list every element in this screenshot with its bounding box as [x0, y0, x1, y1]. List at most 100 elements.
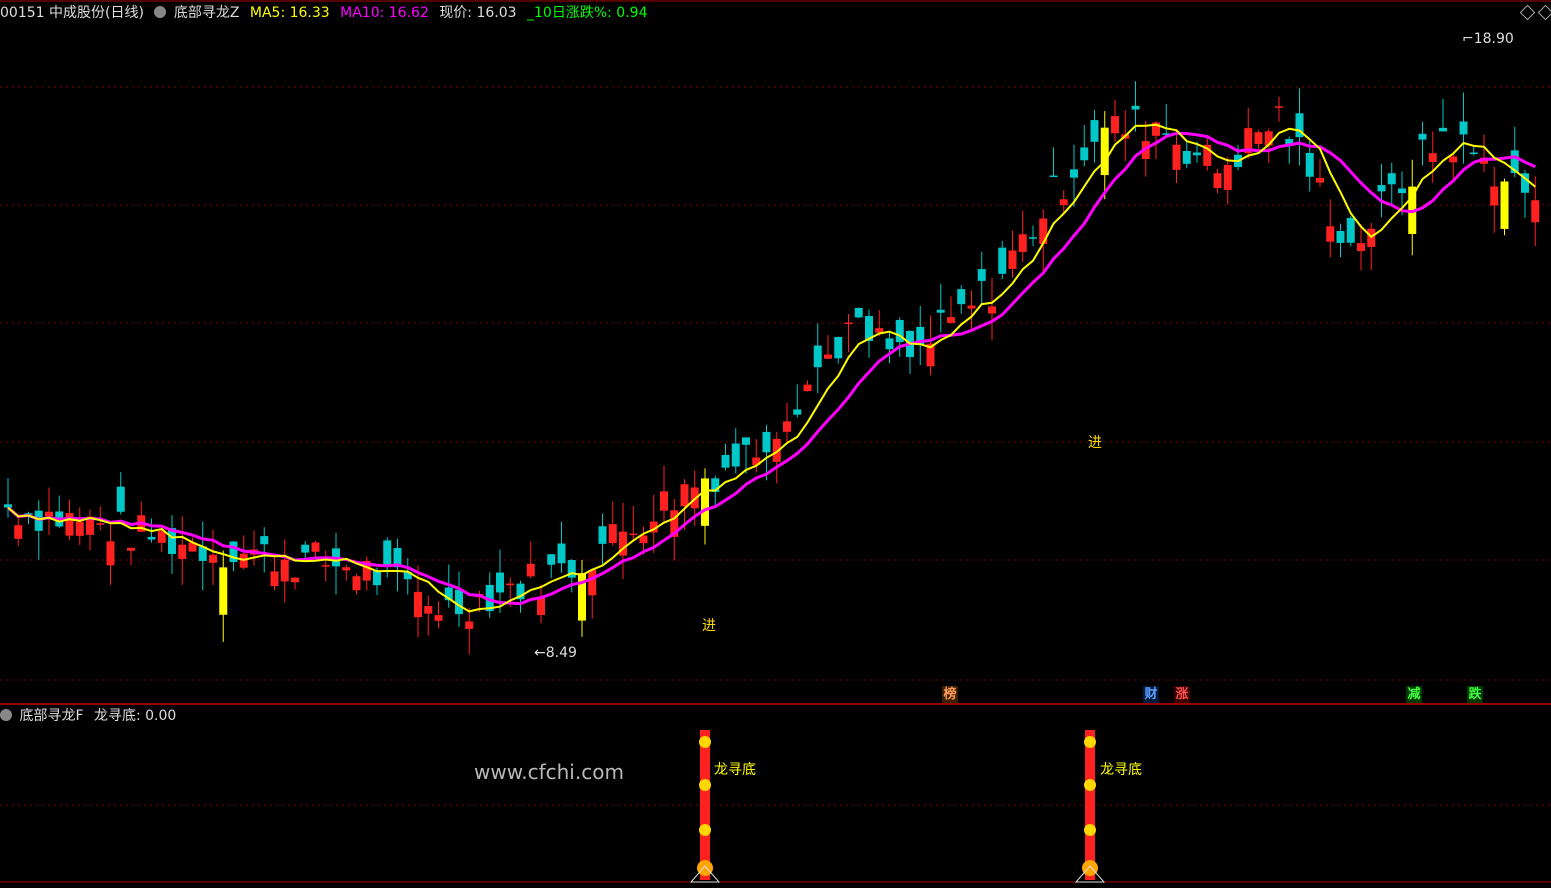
- candle-body: [977, 269, 986, 281]
- candle-body: [75, 521, 84, 536]
- sub-settings-icon[interactable]: [0, 709, 12, 721]
- candle-body: [455, 589, 463, 615]
- candle-body: [496, 572, 504, 593]
- candle-body: [1029, 237, 1037, 239]
- candle-body: [834, 336, 843, 359]
- sub-indicator-name[interactable]: 底部寻龙F: [19, 708, 83, 724]
- candle-body: [1193, 152, 1201, 156]
- change-readout: _10日涨跌%: 0.94: [527, 5, 648, 21]
- candle-body: [1049, 175, 1058, 178]
- tag-rise[interactable]: 涨: [1174, 686, 1190, 703]
- candle-body: [1500, 181, 1509, 229]
- candle-body: [260, 536, 269, 545]
- candle-body: [280, 559, 289, 582]
- sub-value-readout: 龙寻底: 0.00: [93, 708, 177, 724]
- candle-body: [526, 563, 535, 577]
- tag-rank[interactable]: 榜: [942, 686, 958, 703]
- ma5-line: [7, 123, 1536, 613]
- candle-body: [680, 484, 689, 507]
- dragon-icon: [699, 736, 711, 748]
- ma10-readout: MA10: 16.62: [340, 5, 429, 21]
- dragon-column: [700, 730, 710, 880]
- candle-body: [998, 247, 1007, 274]
- candle-body: [813, 345, 822, 368]
- candle-body: [1377, 185, 1386, 192]
- candle-body: [731, 443, 740, 467]
- candle-body: [967, 305, 976, 309]
- candle-body: [701, 478, 709, 526]
- candle-body: [588, 569, 597, 596]
- candle-body: [1387, 173, 1396, 185]
- candle-body: [147, 536, 156, 540]
- candle-body: [383, 540, 392, 566]
- candle-body: [742, 437, 750, 445]
- candle-body: [301, 544, 310, 553]
- candle-body: [219, 567, 228, 615]
- candle-body: [957, 289, 966, 305]
- candle-body: [1469, 152, 1478, 155]
- candle-body: [1490, 186, 1499, 206]
- candle-body: [373, 570, 381, 586]
- enter-signal-2: 进: [1088, 435, 1102, 451]
- tag-finance[interactable]: 财: [1143, 686, 1159, 703]
- dragon-signal-label-1: 龙寻底: [714, 762, 756, 778]
- candle-body: [311, 542, 320, 552]
- candle-body: [434, 615, 443, 621]
- price-readout: 现价: 16.03: [439, 5, 517, 21]
- candle-body: [127, 547, 135, 551]
- candle-body: [342, 567, 351, 571]
- candle-body: [608, 524, 617, 544]
- dragon-column: [1085, 730, 1095, 880]
- candle-body: [1357, 243, 1365, 252]
- candle-body: [465, 621, 474, 629]
- candle-body: [783, 421, 791, 432]
- stock-title[interactable]: 00151 中成股份(日线): [0, 5, 144, 21]
- candle-body: [1418, 133, 1427, 140]
- candle-body: [321, 565, 330, 567]
- candle-body: [803, 384, 812, 392]
- candle-body: [209, 554, 217, 563]
- candle-body: [96, 523, 105, 525]
- dragon-icon: [699, 824, 711, 836]
- ma5-readout: MA5: 16.33: [249, 5, 330, 21]
- candle-body: [947, 317, 955, 323]
- ma10-line: [7, 131, 1536, 606]
- candle-body: [424, 606, 433, 614]
- candle-body: [178, 544, 187, 559]
- tag-fall[interactable]: 跌: [1467, 686, 1483, 703]
- sub-panel-header: 底部寻龙F 龙寻底: 0.00: [0, 706, 176, 726]
- settings-icon[interactable]: [154, 6, 167, 18]
- candle-body: [1398, 188, 1406, 194]
- candle-body: [157, 531, 166, 543]
- candle-body: [1346, 217, 1355, 243]
- candle-body: [1223, 164, 1232, 190]
- candle-body: [854, 307, 863, 318]
- candle-body: [1459, 121, 1468, 135]
- tag-reduce[interactable]: 减: [1406, 686, 1422, 703]
- candle-body: [1070, 169, 1078, 178]
- candle-body: [1008, 250, 1017, 269]
- candle-body: [4, 504, 12, 508]
- dragon-icon: [1084, 779, 1096, 791]
- candle-body: [1111, 116, 1119, 134]
- candle-body: [1131, 105, 1140, 110]
- candle-body: [936, 309, 945, 313]
- candle-body: [1018, 234, 1027, 252]
- candle-body: [116, 486, 125, 512]
- candle-body: [660, 491, 668, 511]
- dragon-icon: [1084, 824, 1096, 836]
- candle-body: [1326, 226, 1335, 242]
- watermark: www.cfchi.com: [474, 760, 624, 784]
- candle-body: [1316, 177, 1324, 183]
- dragon-signal-label-2: 龙寻底: [1100, 762, 1142, 778]
- candle-body: [793, 409, 802, 415]
- candle-body: [885, 338, 894, 350]
- candle-body: [291, 577, 299, 583]
- indicator-name[interactable]: 底部寻龙Z: [174, 5, 240, 21]
- candle-body: [270, 571, 279, 587]
- candle-body: [1213, 173, 1222, 189]
- candle-body: [106, 541, 115, 566]
- candle-body: [1275, 106, 1283, 108]
- kline-chart[interactable]: [0, 0, 1551, 884]
- candle-body: [1305, 152, 1314, 177]
